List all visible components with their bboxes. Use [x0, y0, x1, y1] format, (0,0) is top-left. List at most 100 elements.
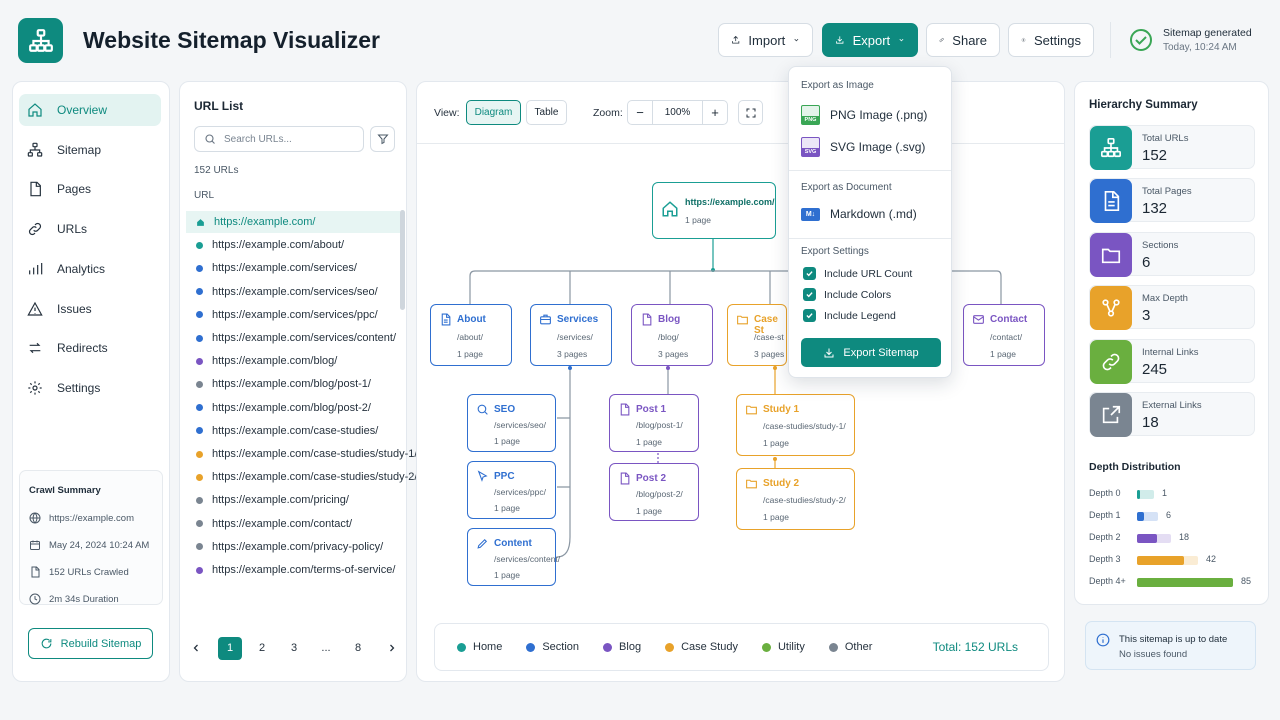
legend-label: Utility	[777, 641, 805, 653]
depth-bar	[1137, 534, 1157, 543]
node-case-1[interactable]: Study 2 /case-studies/study-2/ 1 page	[736, 468, 855, 530]
node-svc-2[interactable]: Content /services/content/ 1 page	[467, 528, 560, 586]
home-icon	[662, 201, 678, 217]
node-count: 1 page	[763, 438, 789, 448]
node-count: 3 pages	[754, 349, 785, 359]
opt-colors-label: Include Colors	[824, 288, 892, 301]
node-path: /services/content/	[494, 554, 561, 564]
node-svc-1[interactable]: PPC /services/ppc/ 1 page	[467, 461, 556, 519]
node-case-0[interactable]: Study 1 /case-studies/study-1/ 1 page	[736, 394, 855, 456]
legend-dot	[457, 642, 466, 652]
sitemap-icon	[1101, 138, 1121, 158]
node-path: /case-studies/study-2/	[763, 495, 846, 505]
node-root-count: 1 page	[685, 215, 711, 225]
png-file-icon: PNG	[801, 105, 820, 125]
opt-legend-label: Include Legend	[824, 309, 896, 322]
depth-label: Depth 1	[1089, 510, 1121, 520]
export-settings-header: Export Settings	[801, 246, 869, 257]
include-legend-checkbox[interactable]: Include Legend	[803, 309, 896, 322]
blog-icon	[620, 472, 630, 485]
markdown-icon: M↓	[801, 207, 820, 221]
stat-value: 132	[1142, 200, 1168, 218]
search-icon	[477, 404, 488, 415]
legend: Home Section Blog Case Study Utility Other To…	[434, 623, 1049, 671]
checkbox-checked-icon	[803, 288, 816, 301]
svg-badge: SVG	[802, 148, 819, 156]
depth-label: Depth 2	[1089, 532, 1121, 542]
node-title: SEO	[494, 404, 516, 415]
node-l1-1[interactable]: Services /services/ 3 pages	[530, 304, 612, 366]
legend-item-blog: Blog	[603, 641, 641, 653]
folder-icon	[746, 479, 757, 489]
legend-item-case-study: Case Study	[665, 641, 738, 653]
node-title: Study 2	[763, 478, 800, 489]
stat-card-external-links: External Links 18	[1089, 392, 1255, 437]
legend-label: Blog	[619, 641, 642, 653]
stat-value: 3	[1142, 307, 1151, 325]
node-title: Content	[494, 538, 532, 549]
include-colors-checkbox[interactable]: Include Colors	[803, 288, 891, 301]
stat-icon-tile	[1090, 179, 1132, 224]
stat-label: Total Pages	[1142, 186, 1192, 198]
export-doc-header: Export as Document	[801, 182, 892, 193]
export-image-header: Export as Image	[801, 80, 874, 91]
node-count: 1 page	[990, 349, 1016, 359]
node-title: Services	[557, 314, 599, 325]
export-svg-item[interactable]: SVG SVG Image (.svg)	[801, 137, 925, 157]
stat-card-max-depth: Max Depth 3	[1089, 285, 1255, 331]
hierarchy-icon	[1102, 299, 1120, 317]
legend-item-section: Section	[526, 641, 579, 653]
node-count: 3 pages	[557, 349, 588, 359]
stat-value: 18	[1142, 414, 1159, 431]
node-path: /contact/	[990, 332, 1023, 342]
node-l1-0[interactable]: About /about/ 1 page	[430, 304, 512, 366]
export-sitemap-button[interactable]: Export Sitemap	[801, 338, 941, 367]
depth-title: Depth Distribution	[1089, 461, 1181, 473]
node-path: /services/seo/	[494, 420, 546, 430]
depth-value: 6	[1166, 510, 1172, 520]
node-l1-4[interactable]: Contact /contact/ 1 page	[963, 304, 1045, 366]
banner-sub: No issues found	[1119, 649, 1188, 660]
node-root-title: https://example.com/	[685, 197, 775, 207]
node-path: /services/ppc/	[494, 487, 546, 497]
export-md-item[interactable]: M↓ Markdown (.md)	[801, 207, 917, 221]
node-blog-0[interactable]: Post 1 /blog/post-1/ 1 page	[609, 394, 699, 452]
depth-label: Depth 4+	[1089, 576, 1126, 586]
stat-icon-tile	[1090, 286, 1132, 331]
stat-value: 245	[1142, 360, 1168, 378]
link-icon	[1102, 353, 1120, 370]
legend-item-home: Home	[457, 641, 502, 653]
node-count: 3 pages	[658, 349, 689, 359]
export-png-item[interactable]: PNG PNG Image (.png)	[801, 105, 927, 125]
depth-value: 1	[1162, 488, 1168, 498]
depth-value: 18	[1179, 532, 1190, 542]
depth-value: 42	[1206, 554, 1217, 564]
depth-bar	[1137, 578, 1233, 587]
node-l1-3[interactable]: Case St /case-st 3 pages	[727, 304, 787, 366]
legend-dot	[603, 642, 613, 652]
include-url-count-checkbox[interactable]: Include URL Count	[803, 267, 912, 280]
node-title: Study 1	[763, 404, 800, 415]
node-count: 1 page	[494, 503, 520, 513]
node-svc-0[interactable]: SEO /services/seo/ 1 page	[467, 394, 556, 452]
node-count: 1 page	[494, 570, 520, 580]
legend-item-utility: Utility	[761, 641, 805, 653]
depth-row: Depth 1 6	[1089, 509, 1255, 523]
md-label: Markdown (.md)	[830, 207, 917, 221]
node-l1-2[interactable]: Blog /blog/ 3 pages	[631, 304, 713, 366]
node-path: /case-st	[754, 332, 784, 342]
cursor-icon	[477, 470, 488, 482]
stat-label: Internal Links	[1142, 346, 1199, 358]
depth-label: Depth 3	[1089, 554, 1121, 564]
summary-panel: Hierarchy Summary Total URLs 152 Total Pag…	[1074, 81, 1269, 605]
info-icon	[1096, 633, 1110, 647]
legend-dot	[761, 642, 771, 652]
stat-icon-tile	[1090, 393, 1132, 437]
up-to-date-banner: This sitemap is up to date No issues fou…	[1085, 621, 1256, 670]
node-blog-1[interactable]: Post 2 /blog/post-2/ 1 page	[609, 463, 699, 521]
depth-row: Depth 2 18	[1089, 531, 1255, 545]
export-menu: Export as Image PNG PNG Image (.png) SVG…	[788, 66, 952, 378]
stat-card-internal-links: Internal Links 245	[1089, 338, 1255, 384]
stat-card-total-pages: Total Pages 132	[1089, 178, 1255, 224]
node-root[interactable]: https://example.com/ 1 page	[652, 182, 776, 239]
